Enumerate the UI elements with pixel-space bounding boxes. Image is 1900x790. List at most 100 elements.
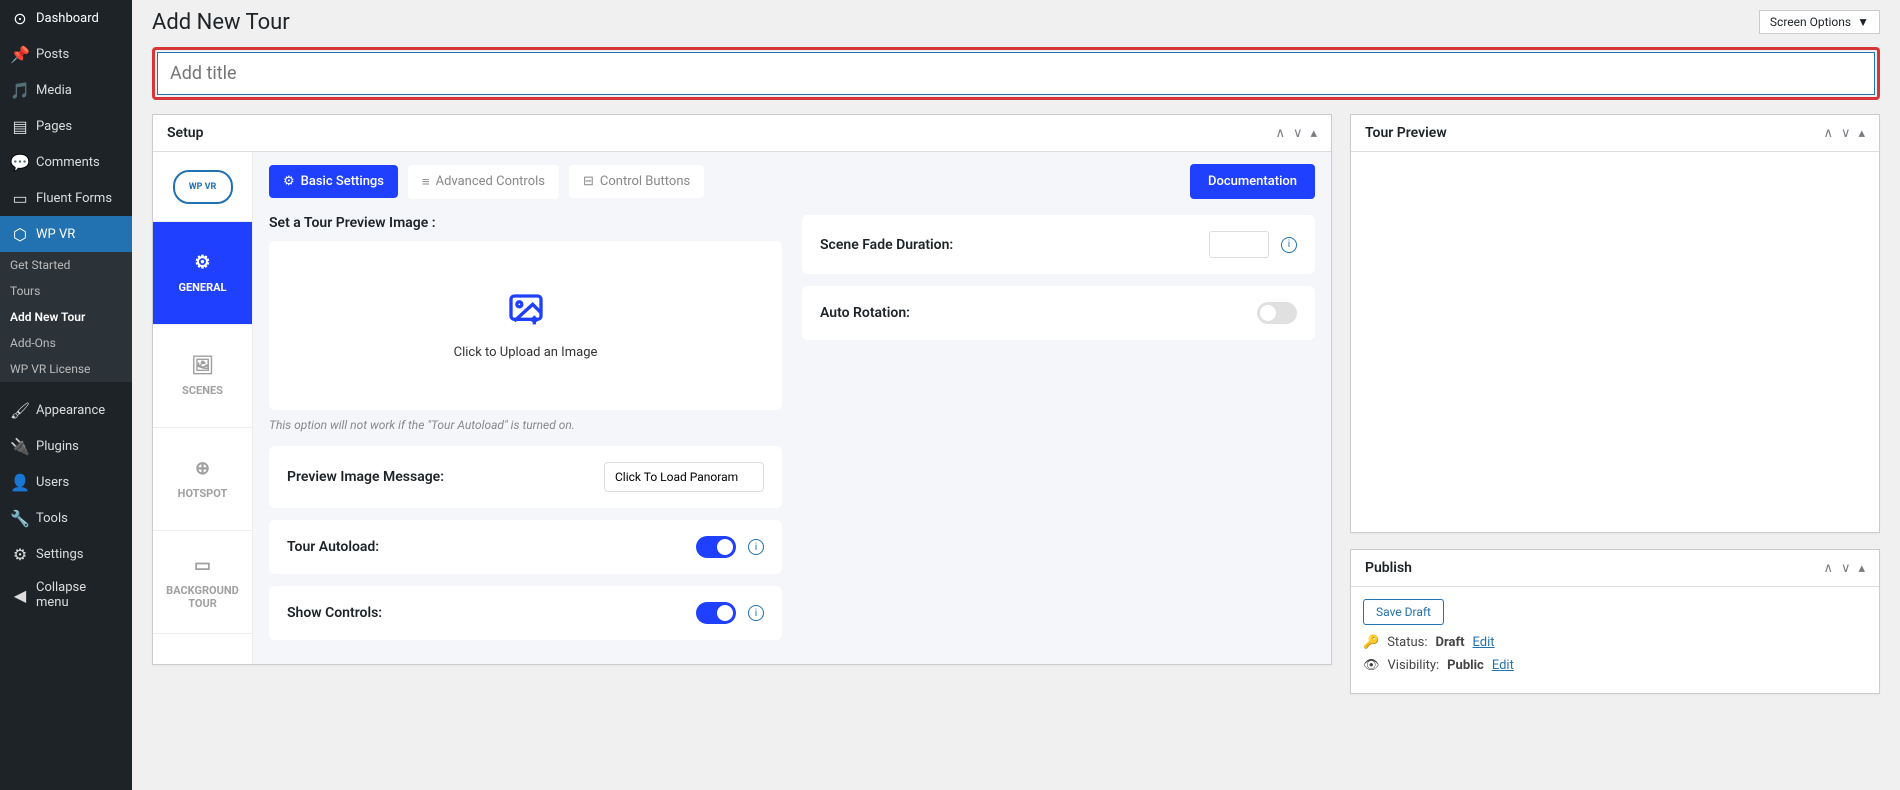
- tour-preview-title: Tour Preview: [1365, 125, 1447, 141]
- rotation-label: Auto Rotation:: [820, 305, 910, 321]
- vtab-label: GENERAL: [178, 281, 226, 294]
- publish-title: Publish: [1365, 560, 1412, 576]
- move-up-icon[interactable]: ∧: [1823, 126, 1833, 141]
- toggle-panel-icon[interactable]: ▴: [1858, 561, 1865, 576]
- sidebar-item-wpvr[interactable]: ⬡WP VR: [0, 216, 132, 252]
- comment-icon: 💬: [10, 152, 30, 172]
- background-icon: ▭: [194, 555, 211, 576]
- info-icon[interactable]: i: [748, 605, 764, 621]
- status-label: Status:: [1387, 635, 1427, 650]
- autoload-label: Tour Autoload:: [287, 539, 379, 555]
- sidebar-item-label: Plugins: [36, 439, 79, 454]
- tab-label: Basic Settings: [301, 174, 384, 189]
- settings-icon: ⚙: [10, 544, 30, 564]
- users-icon: 👤: [10, 472, 30, 492]
- sidebar-item-users[interactable]: 👤Users: [0, 464, 132, 500]
- preview-message-input[interactable]: [604, 462, 764, 492]
- plugins-icon: 🔌: [10, 436, 30, 456]
- pin-icon: 📌: [10, 44, 30, 64]
- setup-panel-header: Setup ∧ ∨ ▴: [153, 115, 1331, 152]
- sidebar-item-media[interactable]: 🎵 Media: [0, 72, 132, 108]
- info-icon[interactable]: i: [1281, 237, 1297, 253]
- move-down-icon[interactable]: ∨: [1841, 561, 1851, 576]
- sidebar-item-plugins[interactable]: 🔌 Plugins: [0, 428, 132, 464]
- title-input[interactable]: [157, 52, 1875, 95]
- visibility-label: Visibility:: [1388, 658, 1440, 673]
- tour-autoload-toggle[interactable]: [696, 536, 736, 558]
- gear-icon: ⚙: [194, 252, 210, 273]
- vtab-background-tour[interactable]: ▭ BACKGROUND TOUR: [153, 531, 252, 634]
- sidebar-item-comments[interactable]: 💬Comments: [0, 144, 132, 180]
- admin-sidebar: ⊙Dashboard 📌Posts 🎵 Media ▤Pages 💬Comment…: [0, 0, 132, 790]
- move-up-icon[interactable]: ∧: [1275, 126, 1285, 141]
- target-icon: ⊕: [195, 458, 210, 479]
- preview-image-label: Set a Tour Preview Image :: [269, 215, 782, 231]
- documentation-button[interactable]: Documentation: [1190, 164, 1315, 199]
- tab-control-buttons[interactable]: ⊟ Control Buttons: [569, 165, 704, 198]
- sidebar-item-settings[interactable]: ⚙Settings: [0, 536, 132, 572]
- setup-panel-controls: ∧ ∨ ▴: [1275, 126, 1317, 141]
- auto-rotation-toggle[interactable]: [1257, 302, 1297, 324]
- sidebar-item-pages[interactable]: ▤Pages: [0, 108, 132, 144]
- publish-panel: Publish ∧ ∨ ▴ Save Draft 🔑 Status: Draft…: [1350, 549, 1880, 694]
- sidebar-item-fluent-forms[interactable]: ▭ Fluent Forms: [0, 180, 132, 216]
- upload-text: Click to Upload an Image: [454, 345, 598, 360]
- upload-preview-image[interactable]: Click to Upload an Image: [269, 241, 782, 410]
- move-up-icon[interactable]: ∧: [1823, 561, 1833, 576]
- sidebar-submenu: Get Started Tours Add New Tour Add-Ons W…: [0, 252, 132, 382]
- tab-basic-settings[interactable]: ⚙ Basic Settings: [269, 165, 398, 198]
- preview-hint: This option will not work if the "Tour A…: [269, 418, 782, 432]
- screen-options-button[interactable]: Screen Options ▼: [1759, 10, 1880, 34]
- status-edit-link[interactable]: Edit: [1473, 635, 1495, 650]
- sidebar-item-posts[interactable]: 📌Posts: [0, 36, 132, 72]
- vtab-general[interactable]: ⚙ GENERAL: [153, 222, 252, 325]
- appearance-icon: 🖌: [10, 400, 30, 420]
- publish-header: Publish ∧ ∨ ▴: [1351, 550, 1879, 587]
- sidebar-item-tools[interactable]: 🔧Tools: [0, 500, 132, 536]
- controls-icon: ⊟: [583, 174, 594, 189]
- eye-icon: 👁: [1363, 658, 1380, 673]
- show-controls-toggle[interactable]: [696, 602, 736, 624]
- save-draft-button[interactable]: Save Draft: [1363, 599, 1444, 625]
- sidebar-item-label: Media: [36, 83, 72, 98]
- tools-icon: 🔧: [10, 508, 30, 528]
- fade-duration-input[interactable]: [1209, 231, 1269, 258]
- sidebar-sub-license[interactable]: WP VR License: [0, 356, 132, 382]
- sidebar-sub-tours[interactable]: Tours: [0, 278, 132, 304]
- move-down-icon[interactable]: ∨: [1841, 126, 1851, 141]
- setup-content-area: ⚙ Basic Settings ≡ Advanced Controls ⊟ C…: [253, 152, 1331, 664]
- fade-label: Scene Fade Duration:: [820, 237, 953, 253]
- info-icon[interactable]: i: [748, 539, 764, 555]
- wpvr-logo-wrap: WP VR: [153, 152, 252, 222]
- image-icon: 🖼: [191, 355, 214, 376]
- vtab-hotspot[interactable]: ⊕ HOTSPOT: [153, 428, 252, 531]
- setup-top-tabs: ⚙ Basic Settings ≡ Advanced Controls ⊟ C…: [269, 164, 1315, 199]
- toggle-panel-icon[interactable]: ▴: [1858, 126, 1865, 141]
- preview-msg-label: Preview Image Message:: [287, 469, 444, 485]
- tab-advanced-controls[interactable]: ≡ Advanced Controls: [408, 165, 559, 199]
- chevron-down-icon: ▼: [1857, 15, 1869, 29]
- setup-panel: Setup ∧ ∨ ▴ WP VR ⚙: [152, 114, 1332, 665]
- visibility-edit-link[interactable]: Edit: [1492, 658, 1514, 673]
- tour-preview-header: Tour Preview ∧ ∨ ▴: [1351, 115, 1879, 152]
- tour-preview-panel: Tour Preview ∧ ∨ ▴: [1350, 114, 1880, 533]
- toggle-panel-icon[interactable]: ▴: [1310, 126, 1317, 141]
- sidebar-item-appearance[interactable]: 🖌Appearance: [0, 392, 132, 428]
- sidebar-sub-addons[interactable]: Add-Ons: [0, 330, 132, 356]
- screen-options-label: Screen Options: [1770, 15, 1851, 29]
- vtab-label: SCENES: [182, 384, 223, 397]
- media-icon: 🎵: [10, 80, 30, 100]
- sidebar-item-label: Fluent Forms: [36, 191, 112, 206]
- tab-label: Control Buttons: [600, 174, 690, 189]
- form-icon: ▭: [10, 188, 30, 208]
- sidebar-item-dashboard[interactable]: ⊙Dashboard: [0, 0, 132, 36]
- vtab-scenes[interactable]: 🖼 SCENES: [153, 325, 252, 428]
- gear-icon: ⚙: [283, 174, 295, 189]
- move-down-icon[interactable]: ∨: [1293, 126, 1303, 141]
- setup-panel-title: Setup: [167, 125, 203, 141]
- sidebar-sub-get-started[interactable]: Get Started: [0, 252, 132, 278]
- sidebar-sub-add-new-tour[interactable]: Add New Tour: [0, 304, 132, 330]
- sidebar-item-collapse[interactable]: ◀Collapse menu: [0, 572, 132, 618]
- fade-duration-row: Scene Fade Duration: i: [802, 215, 1315, 274]
- controls-label: Show Controls:: [287, 605, 382, 621]
